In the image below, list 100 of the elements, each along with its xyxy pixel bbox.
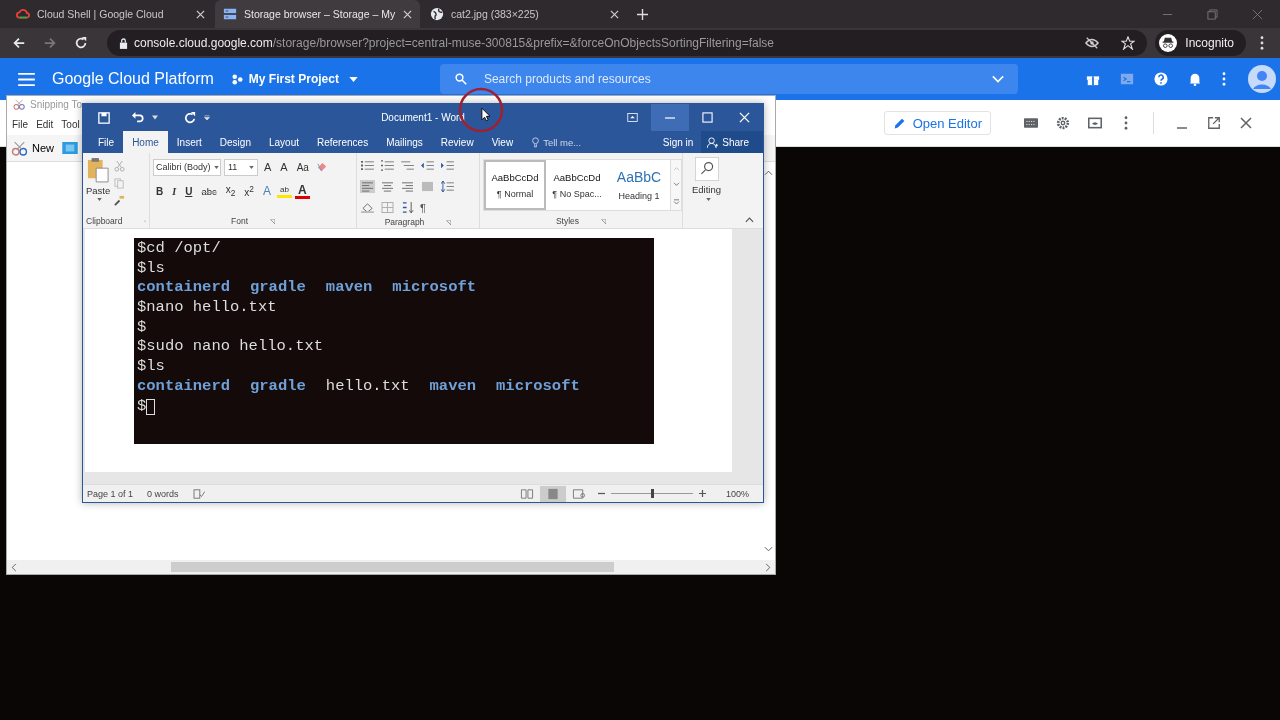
more-icon[interactable] — [1124, 116, 1128, 130]
editing-button[interactable]: Editing — [686, 153, 728, 228]
show-marks-button[interactable]: ¶ — [420, 201, 426, 214]
keyboard-icon[interactable] — [1024, 116, 1038, 130]
eraser-icon[interactable] — [316, 161, 328, 173]
browser-tab[interactable]: cat2.jpg (383×225) — [422, 0, 627, 28]
shading-icon[interactable] — [360, 201, 375, 214]
project-selector[interactable]: My First Project — [227, 68, 362, 90]
numbering-icon[interactable] — [380, 159, 395, 172]
new-button[interactable]: New — [11, 140, 54, 156]
more-styles-icon[interactable] — [672, 199, 680, 205]
highlight-button[interactable]: ab — [277, 184, 292, 198]
new-tab-icon[interactable] — [637, 8, 648, 20]
scroll-right-icon[interactable] — [765, 562, 771, 572]
save-icon[interactable] — [98, 111, 110, 124]
launcher-icon[interactable] — [601, 218, 607, 224]
bold-button[interactable]: B — [153, 182, 167, 200]
ribbon-tab[interactable]: Review — [431, 131, 483, 153]
profile-button[interactable]: Incognito — [1155, 30, 1246, 56]
slider-thumb[interactable] — [650, 489, 654, 498]
collapse-ribbon-icon[interactable] — [745, 217, 754, 223]
browser-tab[interactable]: Storage browser – Storage – My — [215, 0, 420, 28]
scroll-left-icon[interactable] — [11, 562, 17, 572]
font-color-button[interactable]: A — [294, 183, 310, 199]
redo-icon[interactable] — [184, 111, 196, 124]
borders-icon[interactable] — [380, 201, 395, 214]
menu-item[interactable]: Edit — [36, 118, 54, 130]
help-icon[interactable] — [1154, 72, 1168, 86]
star-icon[interactable] — [1121, 36, 1136, 50]
forward-icon[interactable] — [43, 36, 57, 50]
bell-icon[interactable] — [1188, 72, 1202, 86]
more-icon[interactable] — [1222, 72, 1226, 86]
customize-icon[interactable] — [204, 115, 210, 120]
paste-button[interactable]: Paste — [86, 157, 111, 201]
shrink-font-button[interactable]: A — [277, 158, 291, 176]
format-painter-icon[interactable] — [114, 195, 126, 206]
undo-icon[interactable] — [132, 111, 144, 124]
launcher-icon[interactable] — [270, 218, 275, 224]
multilevel-list-icon[interactable] — [400, 159, 415, 172]
style-item[interactable]: AaBbCcDd ¶ Normal — [484, 160, 546, 210]
scroll-down-icon[interactable] — [763, 546, 773, 552]
browser-tab[interactable]: Cloud Shell | Google Cloud — [8, 0, 213, 28]
word-count[interactable]: 0 words — [147, 488, 179, 499]
share-button[interactable]: Share — [701, 131, 763, 153]
decrease-indent-icon[interactable] — [420, 159, 435, 172]
launcher-icon[interactable] — [446, 219, 452, 225]
ribbon-tab[interactable]: Insert — [167, 131, 211, 153]
menu-icon[interactable] — [18, 72, 35, 86]
more-icon[interactable] — [1260, 36, 1264, 50]
line-spacing-icon[interactable] — [440, 180, 455, 193]
eye-slash-icon[interactable] — [1085, 36, 1100, 50]
style-item[interactable]: AaBbC Heading 1 — [608, 160, 670, 210]
font-name-field[interactable]: Calibri (Body) — [153, 158, 221, 176]
bullets-icon[interactable] — [360, 159, 375, 172]
zoom-level[interactable]: 100% — [725, 488, 749, 499]
proofing-icon[interactable] — [192, 488, 205, 499]
increase-indent-icon[interactable] — [440, 159, 455, 172]
back-icon[interactable] — [12, 36, 26, 50]
zoom-in-icon[interactable] — [698, 490, 706, 497]
subscript-button[interactable]: x$_{2}$ — [222, 182, 239, 200]
underline-button[interactable]: U — [182, 182, 196, 200]
scrollbar-thumb[interactable] — [171, 562, 614, 572]
italic-button[interactable]: I — [169, 182, 180, 200]
change-case-button[interactable]: Aa — [293, 158, 312, 176]
grow-font-button[interactable]: A — [261, 158, 275, 176]
open-in-new-icon[interactable] — [1207, 116, 1221, 130]
superscript-button[interactable]: x$^{2}$ — [241, 182, 257, 200]
ribbon-tab[interactable]: Layout — [259, 131, 308, 153]
ribbon-tab[interactable]: Home — [123, 131, 168, 153]
preview-icon[interactable] — [1088, 116, 1102, 130]
menu-item[interactable]: Tool — [61, 118, 80, 130]
avatar-icon[interactable] — [1248, 65, 1276, 93]
text-effects-button[interactable]: A — [260, 182, 274, 200]
tell-me-field[interactable]: Tell me... — [532, 131, 582, 153]
close-icon[interactable] — [1239, 116, 1253, 130]
reload-icon[interactable] — [74, 36, 88, 50]
sort-icon[interactable] — [400, 201, 415, 214]
ribbon-tab[interactable]: Design — [210, 131, 260, 153]
ribbon-tab[interactable]: Mailings — [377, 131, 432, 153]
style-item[interactable]: AaBbCcDd ¶ No Spac... — [546, 160, 608, 210]
align-center-icon[interactable] — [380, 180, 395, 193]
search-field[interactable]: Search products and resources — [439, 64, 1018, 94]
sign-in-link[interactable]: Sign in — [654, 131, 702, 153]
align-right-icon[interactable] — [400, 180, 415, 193]
address-bar[interactable]: console.cloud.google.com/storage/browser?project=central-muse-300815&prefix=&forceOnObjectsSortingFiltering=false — [107, 30, 1148, 56]
zoom-out-icon[interactable] — [597, 490, 605, 497]
scroll-down-icon[interactable] — [672, 182, 680, 188]
menu-item[interactable]: File — [12, 118, 29, 130]
settings-icon[interactable] — [1056, 116, 1070, 130]
font-size-field[interactable]: 11 — [224, 158, 258, 176]
restore-icon[interactable] — [1207, 8, 1218, 20]
caret-icon[interactable] — [152, 115, 158, 120]
align-left-icon[interactable] — [360, 180, 375, 193]
ribbon-display-icon[interactable] — [627, 112, 638, 123]
print-layout-icon[interactable] — [539, 485, 566, 502]
open-editor-button[interactable]: Open Editor — [883, 111, 991, 135]
ribbon-tab[interactable]: View — [482, 131, 523, 153]
maximize-icon[interactable] — [702, 112, 713, 123]
ribbon-tab[interactable]: References — [308, 131, 378, 153]
scroll-up-icon[interactable] — [763, 170, 773, 176]
